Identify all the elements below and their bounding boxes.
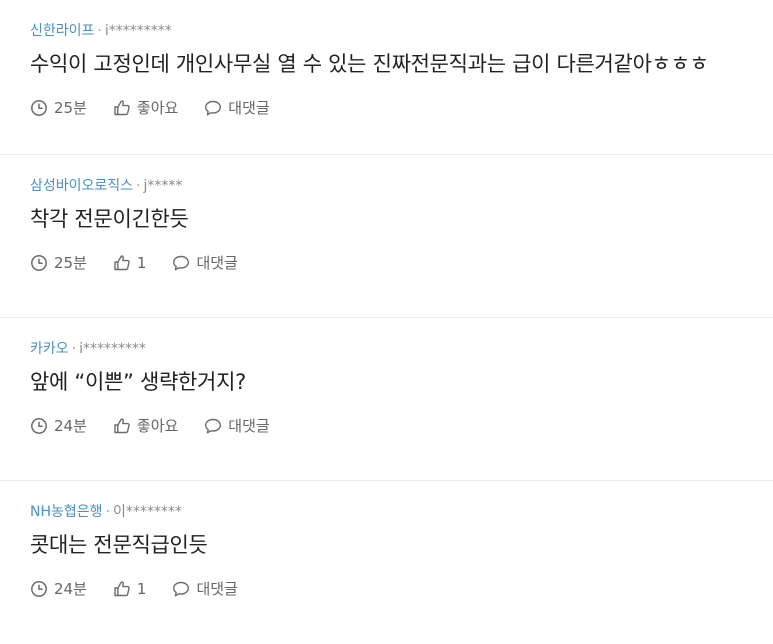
comment-meta: 카카오 · i********* [30, 339, 773, 359]
reply-button[interactable]: 대댓글 [172, 579, 238, 599]
comment-meta: 삼성바이오로직스 · j***** [30, 176, 773, 196]
meta-separator: · [71, 341, 77, 357]
comment-actions: 25분 1 대댓글 [30, 253, 773, 273]
comment-time: 24분 [30, 579, 87, 599]
thumbs-up-icon [114, 100, 130, 116]
comment-item: NH농협은행 · 이******** 콧대는 전문직급인듯 24분 1 대댓글 [0, 481, 773, 644]
comment-list: 신한라이프 · i********* 수익이 고정인데 개인사무실 열 수 있는 진… [0, 0, 773, 644]
thumbs-up-icon [114, 581, 130, 597]
speech-bubble-icon [173, 255, 190, 271]
comment-item: 카카오 · i********* 앞에 “이쁜” 생략한거지? 24분 좋아요 대댓… [0, 318, 773, 481]
clock-icon [31, 100, 47, 116]
meta-separator: · [136, 178, 141, 194]
comment-item: 삼성바이오로직스 · j***** 착각 전문이긴한듯 25분 1 대댓글 [0, 155, 773, 318]
like-label: 좋아요 [136, 99, 179, 117]
comment-time: 25분 [30, 98, 87, 118]
thumbs-up-icon [114, 418, 130, 434]
reply-label: 대댓글 [196, 254, 238, 272]
like-label: 좋아요 [136, 417, 179, 435]
speech-bubble-icon [173, 581, 190, 597]
comment-time: 24분 [30, 416, 87, 436]
time-label: 24분 [54, 417, 87, 435]
speech-bubble-icon [205, 100, 222, 116]
time-label: 24분 [54, 580, 87, 598]
comment-text: 앞에 “이쁜” 생략한거지? [30, 370, 246, 394]
author-name: j***** [143, 178, 183, 194]
like-button[interactable]: 좋아요 [113, 98, 178, 118]
clock-icon [31, 581, 47, 597]
company-name[interactable]: 삼성바이오로직스 [30, 178, 133, 194]
like-button[interactable]: 1 [113, 253, 147, 273]
comment-meta: 신한라이프 · i********* [30, 21, 773, 41]
author-name: i********* [79, 341, 146, 357]
comment-item: 신한라이프 · i********* 수익이 고정인데 개인사무실 열 수 있는 진… [0, 0, 773, 155]
time-label: 25분 [54, 99, 87, 117]
like-count: 1 [136, 580, 147, 598]
comment-text: 착각 전문이긴한듯 [30, 207, 189, 231]
reply-button[interactable]: 대댓글 [204, 416, 270, 436]
reply-button[interactable]: 대댓글 [172, 253, 238, 273]
author-name: 이******** [112, 504, 182, 520]
meta-separator: · [105, 504, 110, 520]
reply-label: 대댓글 [228, 417, 270, 435]
like-button[interactable]: 좋아요 [113, 416, 178, 436]
reply-button[interactable]: 대댓글 [204, 98, 270, 118]
author-name: i********* [104, 23, 172, 39]
like-count: 1 [136, 254, 147, 272]
comment-time: 25분 [30, 253, 87, 273]
comment-meta: NH농협은행 · 이******** [30, 502, 773, 522]
thumbs-up-icon [114, 255, 130, 271]
time-label: 25분 [54, 254, 87, 272]
speech-bubble-icon [205, 418, 222, 434]
company-name[interactable]: NH농협은행 [30, 504, 103, 520]
reply-label: 대댓글 [196, 580, 238, 598]
company-name[interactable]: 카카오 [30, 341, 69, 357]
comment-actions: 24분 1 대댓글 [30, 579, 773, 599]
clock-icon [31, 418, 47, 434]
like-button[interactable]: 1 [113, 579, 147, 599]
clock-icon [31, 255, 47, 271]
comment-text: 수익이 고정인데 개인사무실 열 수 있는 진짜전문직과는 급이 다른거같아ㅎㅎ… [30, 52, 709, 76]
company-name[interactable]: 신한라이프 [30, 23, 94, 39]
meta-separator: · [97, 23, 102, 39]
reply-label: 대댓글 [228, 99, 270, 117]
comment-text: 콧대는 전문직급인듯 [30, 533, 208, 557]
comment-actions: 24분 좋아요 대댓글 [30, 416, 773, 436]
comment-actions: 25분 좋아요 대댓글 [30, 98, 773, 118]
